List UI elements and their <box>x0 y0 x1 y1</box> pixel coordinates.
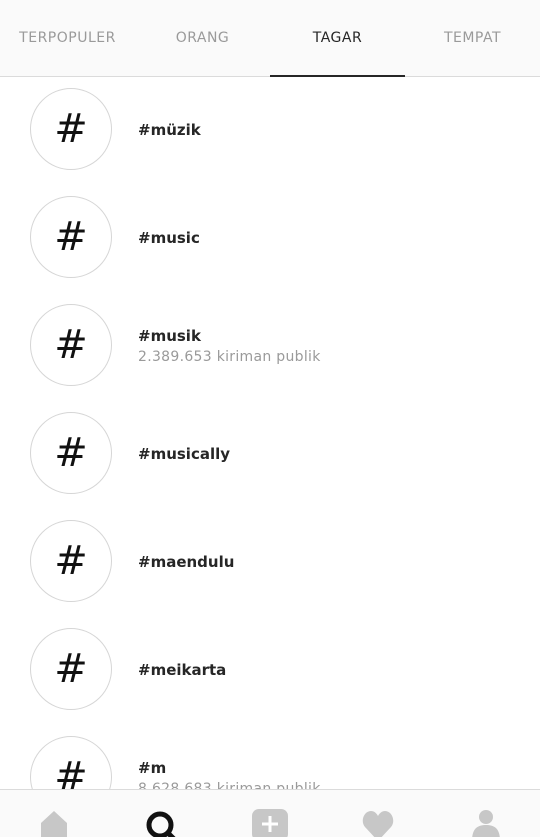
hashtag-name: #musik <box>138 327 201 345</box>
bottom-navigation <box>0 789 540 837</box>
tab-people[interactable]: ORANG <box>135 0 270 76</box>
hashtag-row[interactable]: # #music <box>0 184 540 292</box>
hashtag-icon: # <box>30 628 112 710</box>
hashtag-post-count: 2.389.653 kiriman publik <box>138 349 321 365</box>
heart-icon <box>362 811 394 837</box>
search-tabs: TERPOPULER ORANG TAGAR TEMPAT <box>0 0 540 77</box>
hashtag-icon: # <box>30 304 112 386</box>
hashtag-results-list: # #müzik # #music # #musik 2.389.653 kir… <box>0 76 540 789</box>
nav-add[interactable] <box>216 790 324 837</box>
tab-top[interactable]: TERPOPULER <box>0 0 135 76</box>
nav-profile[interactable] <box>432 790 540 837</box>
hashtag-row[interactable]: # #meikarta <box>0 616 540 724</box>
tab-people-label: ORANG <box>175 30 230 46</box>
home-icon <box>41 811 67 837</box>
hashtag-name: #music <box>138 229 200 247</box>
tab-places-label: TEMPAT <box>443 30 502 46</box>
add-post-icon <box>252 809 288 837</box>
nav-search[interactable] <box>108 790 216 837</box>
hashtag-row[interactable]: # #m 8.628.683 kiriman publik <box>0 724 540 789</box>
tab-tags-label: TAGAR <box>312 30 363 46</box>
hashtag-name: #müzik <box>138 121 201 139</box>
hashtag-icon: # <box>30 736 112 789</box>
hashtag-icon: # <box>30 88 112 170</box>
hashtag-row[interactable]: # #müzik <box>0 76 540 184</box>
hashtag-name: #meikarta <box>138 661 227 679</box>
hashtag-name: #musically <box>138 445 231 463</box>
hashtag-post-count: 8.628.683 kiriman publik <box>138 781 321 789</box>
hashtag-row[interactable]: # #musik 2.389.653 kiriman publik <box>0 292 540 400</box>
tab-tags[interactable]: TAGAR <box>270 0 405 77</box>
profile-icon <box>472 810 500 837</box>
hashtag-name: #maendulu <box>138 553 235 571</box>
search-icon <box>146 811 176 837</box>
hashtag-icon: # <box>30 196 112 278</box>
tab-top-label: TERPOPULER <box>19 30 116 46</box>
hashtag-row[interactable]: # #maendulu <box>0 508 540 616</box>
nav-home[interactable] <box>0 790 108 837</box>
nav-activity[interactable] <box>324 790 432 837</box>
hashtag-icon: # <box>30 520 112 602</box>
hashtag-icon: # <box>30 412 112 494</box>
hashtag-row[interactable]: # #musically <box>0 400 540 508</box>
tab-places[interactable]: TEMPAT <box>405 0 540 76</box>
hashtag-name: #m <box>138 759 167 777</box>
